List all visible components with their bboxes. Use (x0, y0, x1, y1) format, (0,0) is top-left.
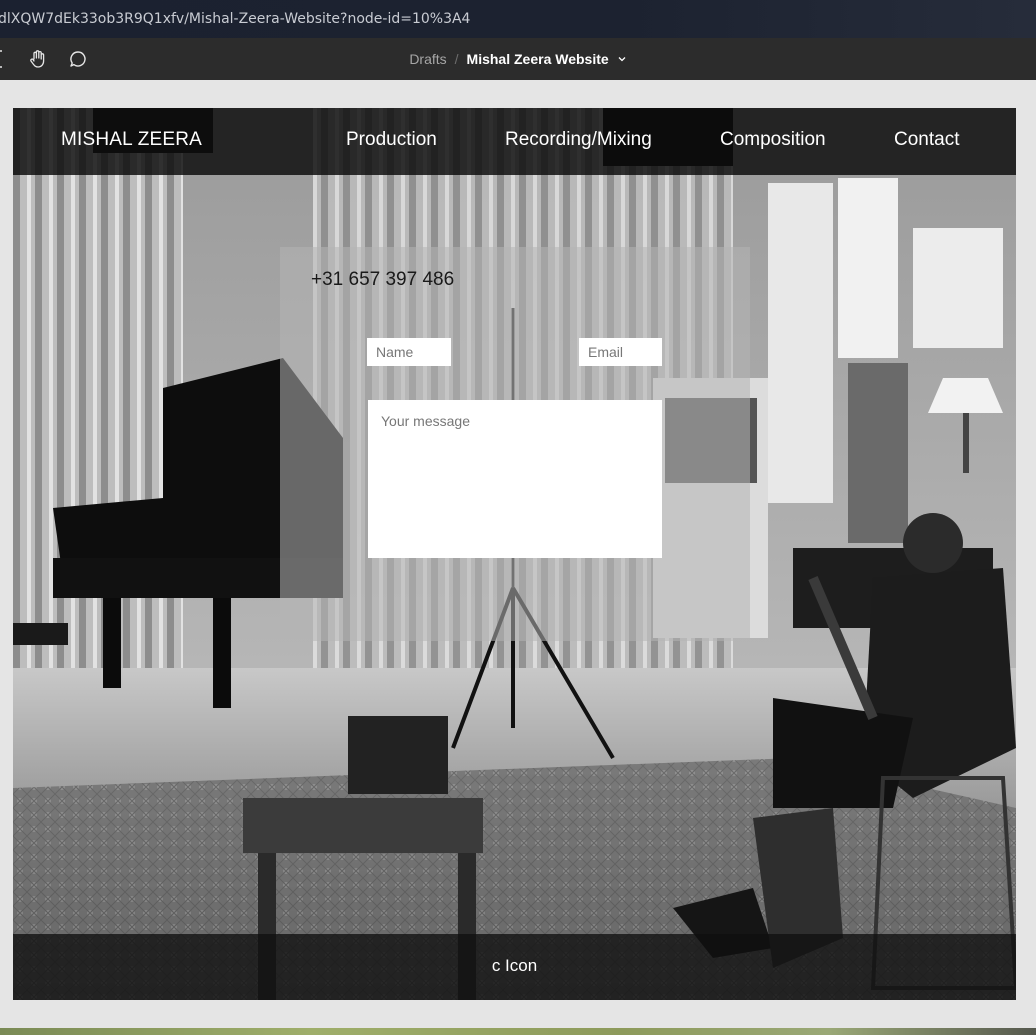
chevron-down-icon[interactable] (617, 54, 627, 64)
figma-toolbar: Drafts / Mishal Zeera Website (0, 38, 1036, 80)
footer-text: c Icon (491, 956, 538, 975)
message-field[interactable] (368, 400, 662, 558)
nav-link-production[interactable]: Production (346, 129, 437, 151)
file-name[interactable]: Mishal Zeera Website (467, 51, 609, 67)
url-text[interactable]: dlXQW7dEk33ob3R9Q1xfv/Mishal-Zeera-Websi… (0, 11, 470, 27)
address-bar[interactable]: dlXQW7dEk33ob3R9Q1xfv/Mishal-Zeera-Websi… (0, 0, 1036, 38)
email-field[interactable] (579, 338, 662, 366)
site-logo[interactable]: MISHAL ZEERA (61, 129, 202, 151)
phone-number: +31 657 397 486 (311, 269, 455, 290)
desktop-background-strip (0, 1028, 1036, 1035)
contact-form-panel: +31 657 397 486 (280, 247, 750, 641)
breadcrumb: Drafts / Mishal Zeera Website (0, 38, 1036, 80)
site-navbar: MISHAL ZEERA Production Recording/Mixing… (13, 108, 1016, 175)
website-frame[interactable]: MISHAL ZEERA Production Recording/Mixing… (13, 108, 1016, 1000)
nav-link-composition[interactable]: Composition (720, 129, 826, 151)
site-footer: c Icon (13, 934, 1016, 1000)
breadcrumb-drafts[interactable]: Drafts (409, 51, 446, 67)
name-field[interactable] (367, 338, 451, 366)
nav-link-contact[interactable]: Contact (894, 129, 959, 151)
nav-link-recording-mixing[interactable]: Recording/Mixing (505, 129, 652, 151)
breadcrumb-separator: / (454, 51, 459, 67)
